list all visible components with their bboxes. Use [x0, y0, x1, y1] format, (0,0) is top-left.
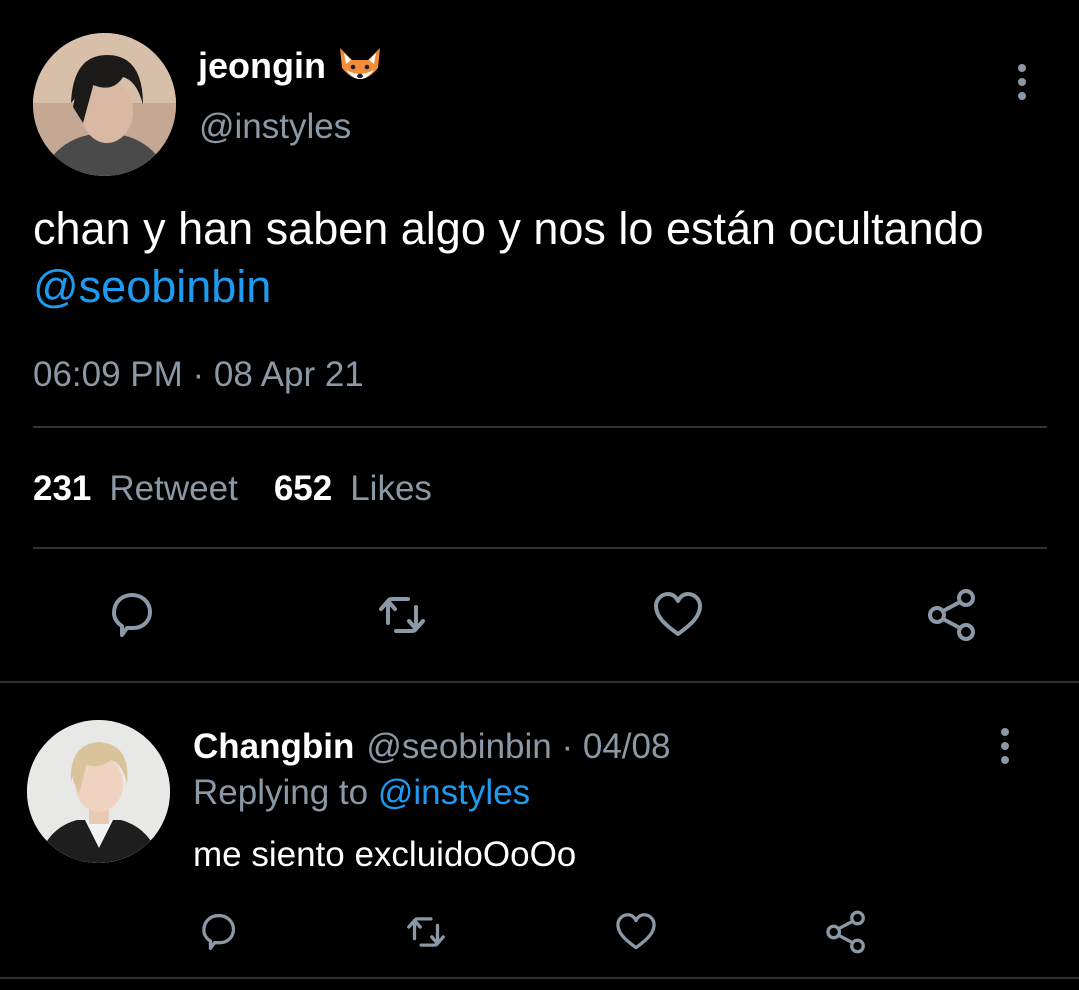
reply-display-name[interactable]: Changbin: [193, 727, 354, 766]
share-button[interactable]: [922, 585, 982, 645]
more-options-icon[interactable]: [1003, 62, 1041, 102]
tweet-timestamp: 06:09 PM · 08 Apr 21: [33, 353, 364, 397]
reply-handle[interactable]: @seobinbin: [366, 727, 551, 766]
reply-date: 04/08: [582, 727, 671, 766]
author-avatar[interactable]: [33, 33, 176, 176]
more-options-icon[interactable]: [986, 726, 1024, 766]
retweets-count: 231: [33, 469, 92, 508]
section-divider: [0, 977, 1079, 979]
like-button[interactable]: [648, 585, 708, 645]
tweet-stats: 231 Retweet 652 Likes: [33, 467, 432, 511]
author-name-row: jeongin: [198, 44, 384, 88]
likes-label: Likes: [350, 469, 432, 508]
tweet-text-body: chan y han saben algo y nos lo están ocu…: [33, 203, 984, 254]
share-icon: [928, 589, 975, 641]
likes-count: 652: [273, 469, 333, 508]
tweet-text: chan y han saben algo y nos lo están ocu…: [33, 200, 1033, 316]
share-icon: [826, 910, 865, 954]
section-divider: [0, 681, 1079, 683]
divider: [33, 547, 1047, 549]
retweet-icon: [379, 597, 425, 633]
author-display-name[interactable]: jeongin: [198, 44, 326, 88]
timestamp-separator: ·: [182, 355, 214, 394]
fox-face-icon: [336, 44, 384, 88]
retweet-button[interactable]: [372, 585, 432, 645]
replying-to-label: Replying to: [193, 773, 378, 812]
avatar-image: [27, 720, 170, 863]
likes-stat[interactable]: 652 Likes: [274, 467, 432, 511]
retweet-icon: [407, 917, 445, 947]
reply-author-avatar[interactable]: [27, 720, 170, 863]
heart-icon: [616, 913, 656, 950]
reply-header: Changbin @seobinbin · 04/08: [193, 725, 670, 769]
reply-text: me siento excluidoOoOo: [193, 835, 577, 874]
reply-icon: [202, 913, 236, 951]
reply-like-button[interactable]: [610, 906, 662, 958]
reply-icon: [112, 593, 152, 637]
reply-separator: ·: [551, 727, 583, 766]
avatar-image: [33, 33, 176, 176]
reply-share-button[interactable]: [820, 906, 872, 958]
reply-retweet-button[interactable]: [400, 906, 452, 958]
retweets-label: Retweet: [109, 469, 238, 508]
divider: [33, 426, 1047, 428]
author-handle[interactable]: @instyles: [199, 105, 351, 149]
reply-reply-button[interactable]: [191, 906, 243, 958]
reply-button[interactable]: [100, 585, 160, 645]
tweet-date: 08 Apr 21: [213, 355, 364, 394]
replying-to-line: Replying to @instyles: [193, 771, 530, 815]
retweets-stat[interactable]: 231 Retweet: [33, 467, 238, 511]
heart-icon: [654, 592, 702, 636]
tweet-time: 06:09 PM: [33, 355, 183, 394]
tweet-mention-link[interactable]: @seobinbin: [33, 261, 271, 312]
replying-to-link[interactable]: @instyles: [378, 773, 530, 812]
reply-meta: @seobinbin · 04/08: [366, 727, 670, 766]
